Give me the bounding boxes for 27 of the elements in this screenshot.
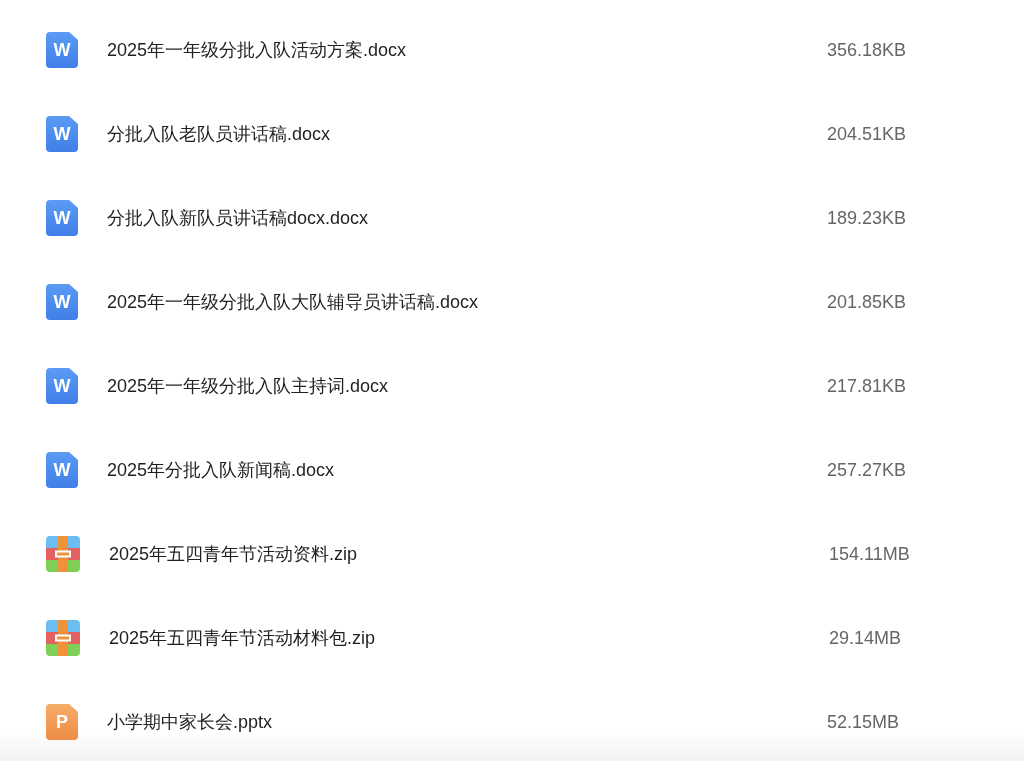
archive-file-icon (46, 620, 80, 656)
file-size: 154.11MB (829, 543, 910, 565)
file-name[interactable]: 2025年一年级分批入队活动方案.docx (107, 38, 827, 62)
word-file-icon: W (46, 116, 78, 152)
file-size: 29.14MB (829, 627, 902, 649)
file-size: 257.27KB (827, 459, 907, 481)
file-name[interactable]: 分批入队新队员讲话稿docx.docx (107, 206, 827, 230)
file-name[interactable]: 2025年五四青年节活动材料包.zip (109, 626, 829, 650)
file-name[interactable]: 分批入队老队员讲话稿.docx (107, 122, 827, 146)
file-size: 189.23KB (827, 207, 907, 229)
file-name[interactable]: 2025年一年级分批入队大队辅导员讲话稿.docx (107, 290, 827, 314)
file-name[interactable]: 2025年分批入队新闻稿.docx (107, 458, 827, 482)
word-file-icon: W (46, 200, 78, 236)
file-name[interactable]: 2025年一年级分批入队主持词.docx (107, 374, 827, 398)
slides-file-icon: P (46, 704, 78, 740)
file-size: 217.81KB (827, 375, 907, 397)
file-size: 204.51KB (827, 123, 907, 145)
file-name[interactable]: 小学期中家长会.pptx (107, 710, 827, 734)
word-file-icon: W (46, 368, 78, 404)
file-size: 201.85KB (827, 291, 907, 313)
word-file-icon: W (46, 284, 78, 320)
word-file-icon: W (46, 32, 78, 68)
word-file-icon: W (46, 452, 78, 488)
file-size: 52.15MB (827, 711, 900, 733)
file-name[interactable]: 2025年五四青年节活动资料.zip (109, 542, 829, 566)
file-size: 356.18KB (827, 39, 907, 61)
archive-file-icon (46, 536, 80, 572)
